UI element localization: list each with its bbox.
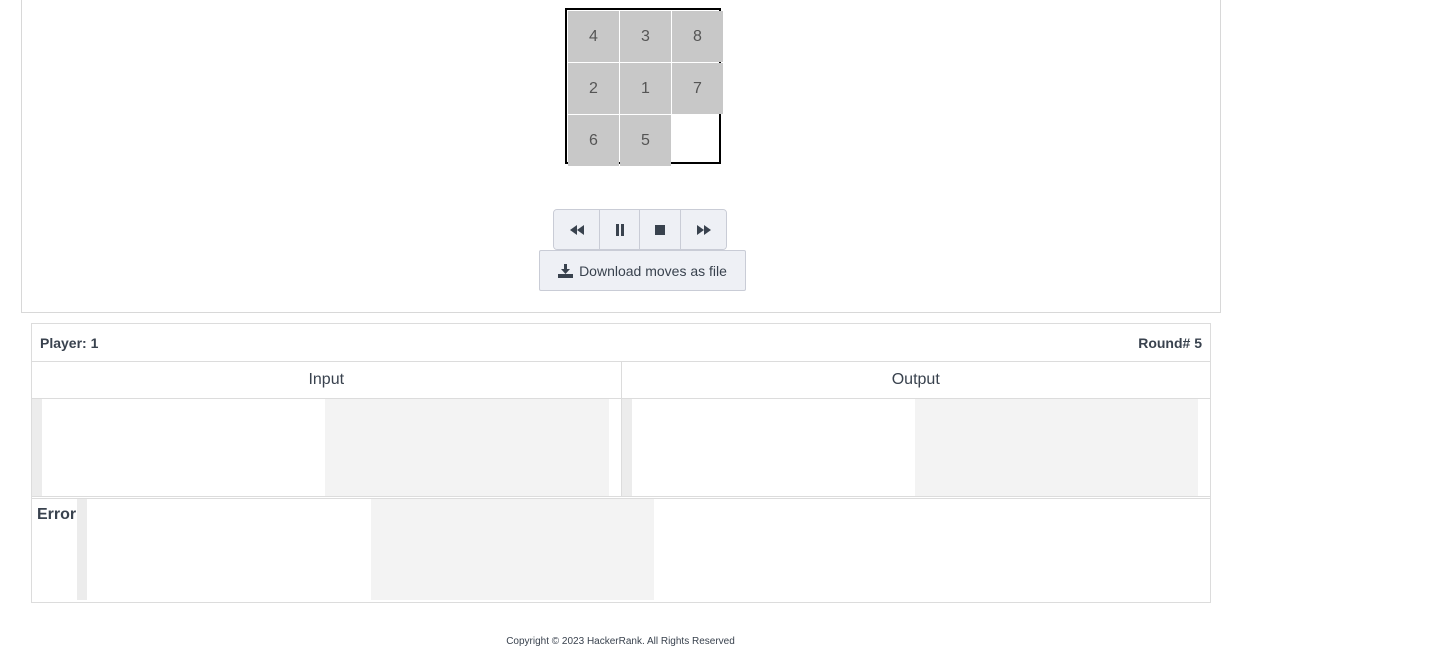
tile-3[interactable]: 8 — [672, 11, 723, 62]
pause-icon — [615, 223, 624, 236]
download-label: Download moves as file — [579, 262, 727, 279]
output-area[interactable] — [621, 399, 1210, 496]
input-area[interactable] — [32, 399, 622, 496]
download-icon — [558, 263, 574, 278]
tile-5[interactable]: 1 — [620, 63, 671, 114]
io-headers: Input Output — [32, 362, 1210, 399]
fast-forward-icon — [696, 224, 711, 235]
player-label: Player: 1 — [40, 334, 99, 351]
tile-2[interactable]: 3 — [620, 11, 671, 62]
tile-8[interactable]: 5 — [620, 115, 671, 166]
tile-1[interactable]: 4 — [568, 11, 619, 62]
stop-button[interactable] — [640, 210, 681, 249]
output-header: Output — [891, 371, 940, 388]
footer-copyright: Copyright © 2023 HackerRank. All Rights … — [506, 636, 735, 647]
tile-6[interactable]: 7 — [672, 63, 723, 114]
game-panel: 4 3 8 2 1 7 6 5 Download moves as file — [21, 0, 1221, 313]
input-header: Input — [32, 362, 622, 398]
stop-icon — [655, 224, 665, 235]
pause-button[interactable] — [600, 210, 640, 249]
error-row: Error — [32, 499, 1210, 600]
tile-4[interactable]: 2 — [568, 63, 619, 114]
error-area[interactable] — [77, 499, 654, 600]
tile-7[interactable]: 6 — [568, 115, 619, 166]
rewind-icon — [569, 224, 584, 235]
rewind-button[interactable] — [554, 210, 600, 249]
error-label: Error — [37, 506, 77, 523]
fast-forward-button[interactable] — [681, 210, 726, 249]
playback-controls — [553, 209, 727, 250]
puzzle-board: 4 3 8 2 1 7 6 5 — [565, 8, 723, 166]
round-label: Round# 5 — [1138, 334, 1202, 351]
io-body — [32, 399, 1210, 499]
result-header: Player: 1 Round# 5 — [32, 324, 1210, 362]
download-moves-button[interactable]: Download moves as file — [539, 250, 746, 291]
result-panel: Player: 1 Round# 5 Input Output Error — [31, 323, 1211, 603]
